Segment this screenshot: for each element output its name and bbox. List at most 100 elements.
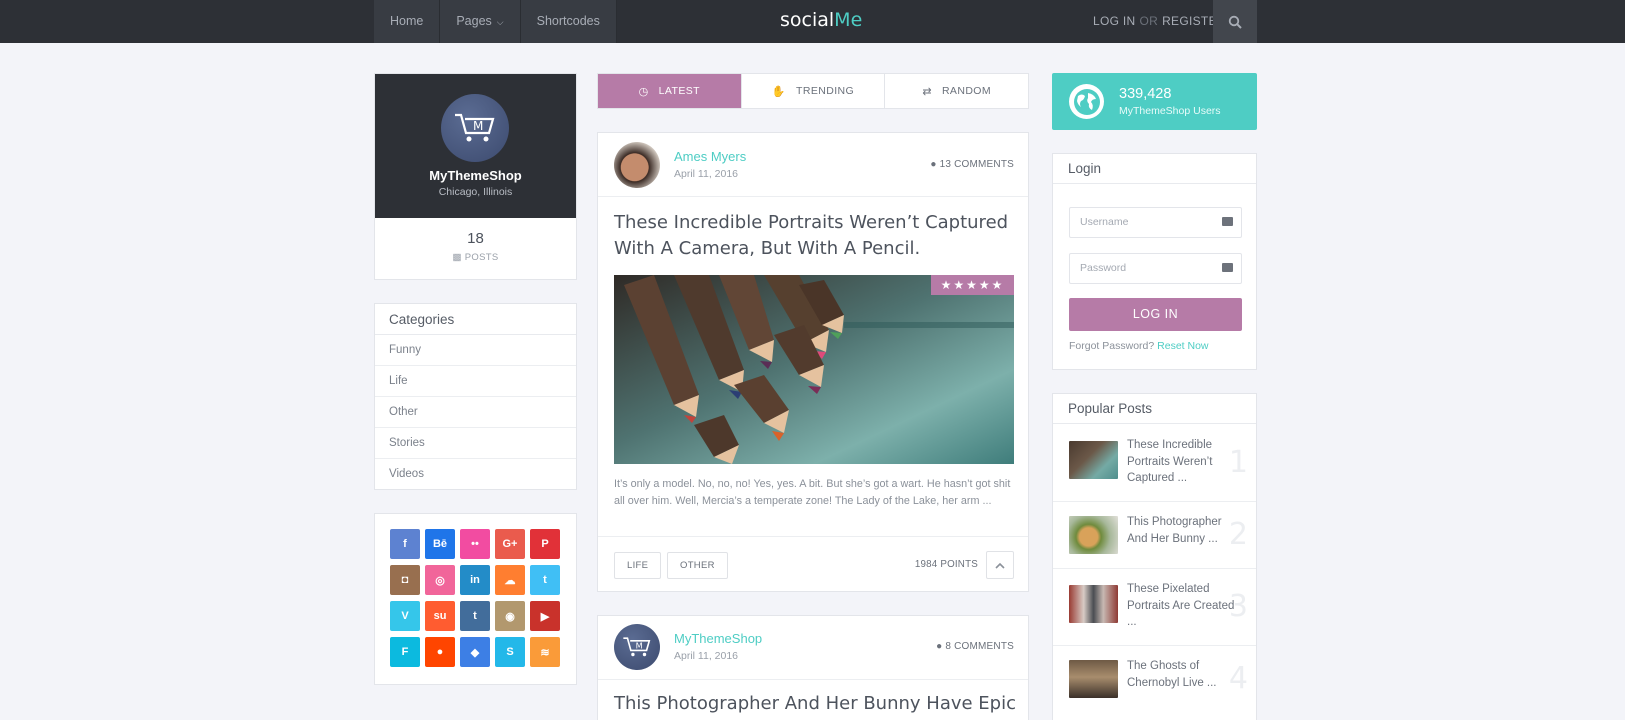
nav-shortcodes[interactable]: Shortcodes — [520, 0, 617, 43]
or-label: OR — [1139, 14, 1159, 28]
document-icon: ▩ — [452, 252, 462, 263]
post-header: M MyThemeShop April 11, 2016 ● 8 COMMENT… — [598, 616, 1028, 680]
pinterest-icon[interactable]: P — [530, 529, 560, 559]
tab-random-label: RANDOM — [941, 85, 992, 97]
keyboard-icon — [1222, 263, 1233, 272]
posts-count: 18 — [467, 230, 484, 247]
popular-post-rank: 2 — [1228, 517, 1248, 552]
twitter-icon[interactable]: t — [530, 565, 560, 595]
search-button[interactable] — [1213, 0, 1257, 43]
dribbble-icon[interactable]: ◎ — [425, 565, 455, 595]
popular-post-title[interactable]: The Ghosts of Chernobyl Live ... — [1127, 658, 1235, 691]
login-widget: Login Username Password LOG IN Forgot Pa… — [1052, 153, 1257, 370]
post-tabs: ◷ LATEST ✋ TRENDING ⇄ RANDOM — [597, 73, 1029, 109]
vimeo-icon[interactable]: V — [390, 601, 420, 631]
nav-home[interactable]: Home — [374, 0, 441, 43]
rss-icon[interactable]: ≋ — [530, 637, 560, 667]
flickr-icon[interactable]: •• — [460, 529, 490, 559]
shuffle-icon: ⇄ — [922, 85, 932, 98]
popular-post-item[interactable]: These Pixelated Portraits Are Created ..… — [1053, 569, 1256, 646]
soundcloud-icon[interactable]: ☁ — [495, 565, 525, 595]
post-card: Ames Myers April 11, 2016 ● 13 COMMENTS … — [597, 132, 1029, 592]
popular-posts-title: Popular Posts — [1053, 394, 1256, 424]
login-link[interactable]: LOG IN — [1093, 14, 1135, 28]
author-avatar[interactable] — [614, 142, 660, 188]
tab-trending-label: TRENDING — [796, 85, 855, 97]
tab-trending[interactable]: ✋ TRENDING — [742, 74, 886, 108]
posts-label: POSTS — [464, 252, 499, 263]
behance-icon[interactable]: Bē — [425, 529, 455, 559]
category-item[interactable]: Stories — [375, 428, 576, 459]
comments-link[interactable]: ● 8 COMMENTS — [936, 641, 1014, 652]
tab-latest[interactable]: ◷ LATEST — [598, 74, 742, 108]
auth-links: LOG IN OR REGISTER — [1093, 0, 1226, 43]
category-item[interactable]: Funny — [375, 335, 576, 366]
logo-main: social — [780, 9, 835, 31]
popular-posts-widget: Popular Posts These Incredible Portraits… — [1052, 393, 1257, 720]
tag-life[interactable]: LIFE — [614, 552, 662, 579]
main-nav: Home Pages ⌵ Shortcodes — [374, 0, 617, 43]
post-image[interactable]: ★★★★★ — [614, 275, 1014, 464]
profile-name[interactable]: MyThemeShop — [375, 168, 576, 183]
author-name[interactable]: Ames Myers — [674, 149, 746, 164]
popular-post-title[interactable]: This Photographer And Her Bunny ... — [1127, 514, 1235, 547]
skype-icon[interactable]: S — [495, 637, 525, 667]
reset-now-link[interactable]: Reset Now — [1157, 340, 1208, 352]
category-item[interactable]: Other — [375, 397, 576, 428]
facebook-icon[interactable]: f — [390, 529, 420, 559]
youtube-icon[interactable]: ▶ — [530, 601, 560, 631]
tumblr-icon[interactable]: t — [460, 601, 490, 631]
linkedin-icon[interactable]: in — [460, 565, 490, 595]
nav-pages[interactable]: Pages ⌵ — [440, 0, 521, 43]
post-points: 1984 POINTS — [914, 559, 978, 570]
popular-post-item[interactable]: The Ghosts of Chernobyl Live ... 4 — [1053, 646, 1256, 713]
dropbox-icon[interactable]: ◆ — [460, 637, 490, 667]
stumbleupon-icon[interactable]: su — [425, 601, 455, 631]
login-button[interactable]: LOG IN — [1069, 298, 1242, 331]
reddit-icon[interactable]: ● — [425, 637, 455, 667]
categories-title: Categories — [375, 304, 576, 335]
thumbs-up-icon: ✋ — [771, 85, 787, 98]
site-logo[interactable]: socialMe — [780, 9, 862, 31]
social-icons-grid: f Bē •• G+ P ◘ ◎ in ☁ t Vsu t ◉ ▶ F ● ◆ S ≋ — [390, 529, 560, 667]
password-field[interactable]: Password — [1069, 253, 1242, 284]
popular-post-title[interactable]: These Incredible Portraits Weren’t Captu… — [1127, 437, 1235, 487]
comments-link[interactable]: ● 13 COMMENTS — [930, 159, 1014, 170]
category-item[interactable]: Life — [375, 366, 576, 397]
username-field[interactable]: Username — [1069, 207, 1242, 238]
popular-post-item[interactable]: This Photographer And Her Bunny ... 2 — [1053, 502, 1256, 569]
popular-post-thumbnail[interactable] — [1069, 516, 1118, 554]
users-count-widget: 339,428 MyThemeShop Users — [1052, 73, 1257, 130]
profile-header: M MyThemeShop Chicago, Illinois — [375, 74, 576, 218]
google-plus-icon[interactable]: G+ — [495, 529, 525, 559]
upvote-button[interactable] — [986, 551, 1014, 579]
profile-widget: M MyThemeShop Chicago, Illinois 18 ▩ POS… — [374, 73, 577, 280]
github-icon[interactable]: ◉ — [495, 601, 525, 631]
users-count: 339,428 — [1119, 86, 1172, 102]
posts-label-row: ▩ POSTS — [375, 252, 576, 263]
instagram-icon[interactable]: ◘ — [390, 565, 420, 595]
popular-post-thumbnail[interactable] — [1069, 441, 1118, 479]
tab-random[interactable]: ⇄ RANDOM — [885, 74, 1028, 108]
tag-other[interactable]: OTHER — [667, 552, 728, 579]
categories-widget: Categories Funny Life Other Stories Vide… — [374, 303, 577, 490]
popular-post-item[interactable]: These Incredible Portraits Weren’t Captu… — [1053, 425, 1256, 502]
forgot-text: Forgot Password? — [1069, 340, 1155, 352]
keyboard-icon — [1222, 217, 1233, 226]
foursquare-icon[interactable]: F — [390, 637, 420, 667]
popular-post-title[interactable]: These Pixelated Portraits Are Created ..… — [1127, 581, 1235, 631]
author-avatar[interactable]: M — [614, 624, 660, 670]
nav-pages-label: Pages — [456, 14, 492, 28]
post-title[interactable]: This Photographer And Her Bunny Have Epi… — [614, 693, 1016, 714]
category-item[interactable]: Videos — [375, 459, 576, 490]
popular-post-thumbnail[interactable] — [1069, 585, 1118, 623]
password-placeholder: Password — [1080, 262, 1127, 274]
author-name[interactable]: MyThemeShop — [674, 631, 762, 646]
login-title: Login — [1053, 154, 1256, 184]
forgot-password-row: Forgot Password? Reset Now — [1069, 340, 1209, 352]
popular-post-thumbnail[interactable] — [1069, 660, 1118, 698]
globe-icon — [1069, 84, 1104, 119]
post-title[interactable]: These Incredible Portraits Weren’t Captu… — [614, 210, 1014, 262]
avatar[interactable]: M — [441, 94, 509, 162]
post-header: Ames Myers April 11, 2016 ● 13 COMMENTS — [598, 133, 1028, 197]
